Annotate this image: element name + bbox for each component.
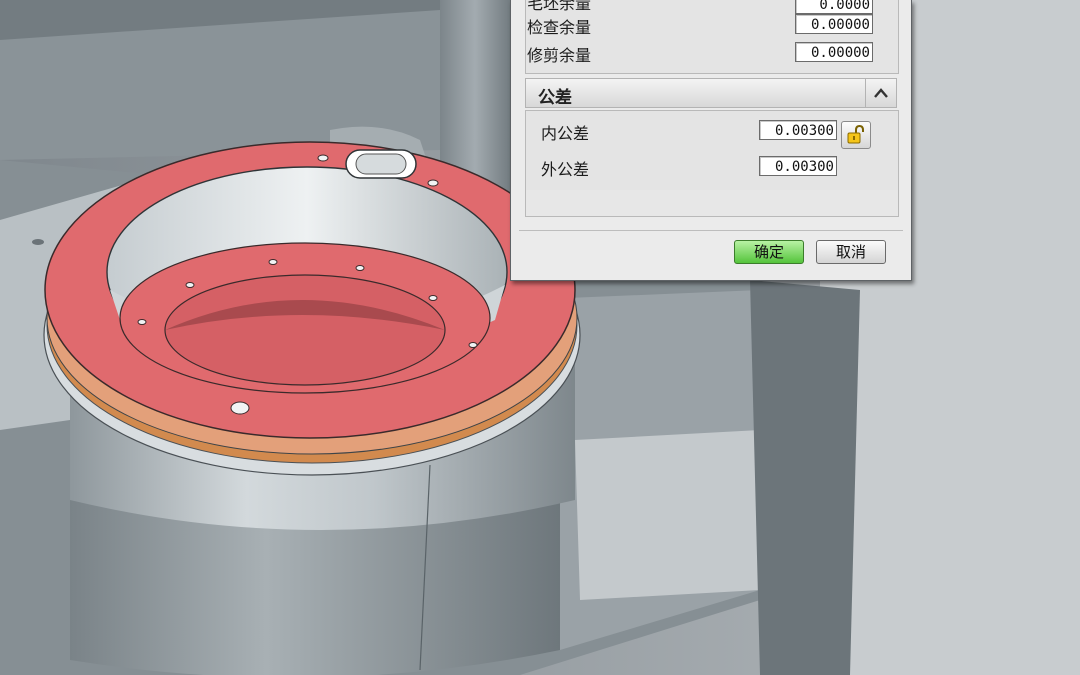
intol-field[interactable]: 0.00300 — [759, 120, 837, 140]
check-allowance-label: 检查余量 — [527, 18, 592, 37]
blank-allowance-field[interactable]: 0.0000 — [795, 0, 873, 14]
base-block-floor — [575, 430, 760, 600]
shelf-hole-4 — [428, 295, 438, 301]
flange-hole-1 — [317, 154, 329, 162]
outtol-field[interactable]: 0.00300 — [759, 156, 837, 176]
check-allowance-field[interactable]: 0.00000 — [795, 14, 873, 34]
intol-label: 内公差 — [541, 124, 590, 143]
trim-allowance-label: 修剪余量 — [527, 46, 592, 65]
trim-allowance-field[interactable]: 0.00000 — [795, 42, 873, 62]
ok-button[interactable]: 确定 — [734, 240, 804, 264]
dialog-divider — [519, 230, 903, 231]
lock-open-icon[interactable] — [841, 121, 871, 149]
flange-hole-2 — [427, 179, 439, 187]
shelf-hole-5 — [137, 319, 147, 325]
shelf-hole-1 — [268, 259, 278, 265]
outtol-label: 外公差 — [541, 160, 590, 179]
cutting-parameters-dialog: 毛坯余量 0.0000 检查余量 0.00000 修剪余量 0.00000 公差… — [510, 0, 912, 281]
shelf-hole-2 — [355, 265, 365, 271]
inner-pocket — [164, 274, 446, 386]
base-block-side — [750, 280, 860, 675]
blank-allowance-label: 毛坯余量 — [527, 0, 592, 13]
tolerance-section-title: 公差 — [538, 88, 572, 108]
shelf-hole-3 — [185, 282, 195, 288]
shelf-hole-6 — [468, 342, 478, 348]
chevron-up-icon[interactable] — [865, 79, 896, 107]
cancel-button[interactable]: 取消 — [816, 240, 886, 264]
flange-hole-3 — [230, 401, 250, 415]
ear-hole — [32, 239, 44, 245]
top-slot-inner — [355, 153, 407, 175]
tolerance-section-header[interactable]: 公差 — [525, 78, 897, 108]
dialog-body-spacer — [525, 190, 899, 217]
